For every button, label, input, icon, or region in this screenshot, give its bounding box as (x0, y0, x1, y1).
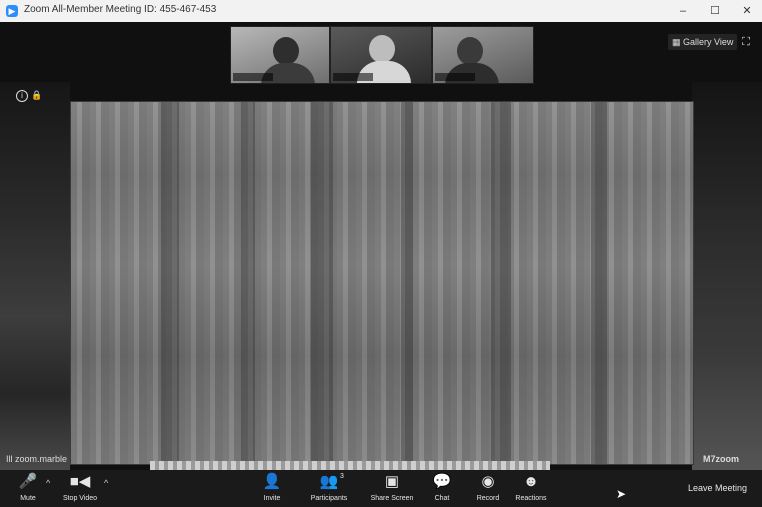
participant-head (273, 37, 299, 65)
participant-name-tag (435, 73, 475, 81)
desktop-background-left (0, 82, 70, 470)
video-options-caret[interactable]: ^ (104, 478, 108, 488)
lock-icon[interactable]: 🔒 (31, 90, 42, 100)
microphone-icon: 🎤 (18, 473, 38, 490)
speaker-name-label: Ill zoom.marble (6, 454, 68, 464)
mute-button[interactable]: 🎤 Mute (12, 470, 44, 507)
screen-share-taskbar (150, 461, 550, 470)
window-title: Zoom All-Member Meeting ID: 455-467-453 (24, 4, 217, 15)
share-screen-label: Share Screen (370, 495, 414, 502)
people-icon: 👥 (319, 473, 339, 490)
participant-count: 3 (340, 473, 344, 480)
participant-head (457, 37, 483, 65)
invite-button[interactable]: 👤 Invite (258, 470, 286, 507)
gallery-view-label: Gallery View (683, 37, 734, 47)
video-camera-icon: ■◀ (69, 473, 91, 490)
emoji-icon: ☻ (523, 473, 539, 490)
chat-label: Chat (434, 495, 450, 502)
participant-name-tag (333, 73, 373, 81)
reactions-label: Reactions (515, 495, 547, 502)
add-person-icon: 👤 (262, 473, 282, 490)
screen-stripe (401, 102, 413, 464)
info-icon[interactable]: i (16, 90, 28, 102)
record-label: Record (476, 495, 500, 502)
leave-meeting-button[interactable]: Leave Meeting (688, 481, 747, 495)
brand-watermark: M7zoom (703, 454, 739, 464)
screen-stripe (161, 102, 179, 464)
shared-screen-content (70, 101, 694, 465)
participants-label: Participants (310, 495, 348, 502)
screen-stripe (311, 102, 333, 464)
stop-video-button[interactable]: ■◀ Stop Video (60, 470, 100, 507)
record-button[interactable]: ◉ Record (474, 470, 502, 507)
camera-icon: ▶ (6, 5, 18, 17)
participant-name-tag (233, 73, 273, 81)
meeting-stage: ▦ Gallery View ⛶ i 🔒 Ill zoom.marble M7z… (0, 22, 762, 470)
share-screen-icon: ▣ (384, 473, 400, 490)
screen-stripe (241, 102, 255, 464)
invite-label: Invite (263, 495, 281, 502)
maximize-button[interactable]: ☐ (700, 2, 730, 20)
participant-video-thumbnail[interactable] (330, 26, 432, 84)
participant-video-thumbnail[interactable] (230, 26, 330, 84)
participants-button[interactable]: 👥 Participants (306, 470, 352, 507)
close-button[interactable]: ✕ (732, 2, 762, 20)
window-title-bar: ▶ Zoom All-Member Meeting ID: 455-467-45… (0, 0, 762, 23)
mute-label: Mute (20, 495, 36, 502)
share-screen-button[interactable]: ▣ Share Screen (368, 470, 416, 507)
screen-stripe (491, 102, 511, 464)
participant-video-thumbnail[interactable] (432, 26, 534, 84)
gallery-view-button[interactable]: ▦ Gallery View (668, 34, 738, 50)
minimize-button[interactable]: – (668, 2, 698, 20)
chat-bubble-icon: 💬 (432, 473, 452, 490)
chat-button[interactable]: 💬 Chat (430, 470, 454, 507)
reactions-button[interactable]: ☻ Reactions (512, 470, 550, 507)
grid-icon: ▦ (672, 37, 681, 47)
stop-video-label: Stop Video (62, 495, 98, 502)
audio-options-caret[interactable]: ^ (46, 478, 50, 488)
fullscreen-icon[interactable]: ⛶ (738, 34, 754, 50)
record-icon: ◉ (481, 473, 495, 490)
screen-stripe (591, 102, 607, 464)
desktop-background-right (692, 82, 762, 470)
meeting-toolbar: 🎤 Mute ^ ■◀ Stop Video ^ 👤 Invite 👥 Part… (0, 470, 762, 507)
participant-head (369, 35, 395, 63)
mouse-cursor-icon: ➤ (616, 487, 627, 501)
